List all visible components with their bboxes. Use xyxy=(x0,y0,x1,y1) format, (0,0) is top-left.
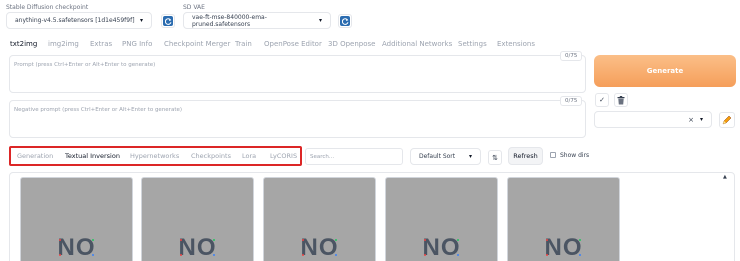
checkpoint-label: Stable Diffusion checkpoint xyxy=(6,4,89,11)
tab-png-info[interactable]: PNG Info xyxy=(122,40,152,48)
pencil-icon xyxy=(722,115,732,125)
card-placeholder-text: NO xyxy=(57,234,96,261)
tab-checkpoints[interactable]: Checkpoints xyxy=(191,152,231,160)
show-dirs-label: Show dirs xyxy=(560,152,590,159)
check-icon: ✓ xyxy=(599,96,605,104)
chevron-down-icon: ▾ xyxy=(318,17,322,24)
tab-img2img[interactable]: img2img xyxy=(48,40,79,48)
card-placeholder-text: NO xyxy=(300,234,339,261)
tab-settings[interactable]: Settings xyxy=(458,40,487,48)
tab-lycoris[interactable]: LyCORIS xyxy=(270,152,297,160)
tab-3d-openpose[interactable]: 3D Openpose xyxy=(328,40,375,48)
chevron-down-icon: ▾ xyxy=(468,153,472,160)
search-placeholder: Search... xyxy=(310,153,335,160)
tab-additional-networks[interactable]: Additional Networks xyxy=(382,40,452,48)
refresh-button[interactable]: Refresh xyxy=(508,147,543,165)
checkpoint-refresh-button[interactable] xyxy=(161,14,175,28)
chevron-down-icon: ▾ xyxy=(699,116,703,123)
styles-select[interactable]: × ▾ xyxy=(594,111,712,128)
tab-lora[interactable]: Lora xyxy=(242,152,256,160)
card-placeholder-text: NO xyxy=(422,234,461,261)
scroll-up-icon[interactable]: ▲ xyxy=(723,174,727,180)
sort-value: Default Sort xyxy=(419,153,456,160)
card-placeholder-text: NO xyxy=(544,234,583,261)
checkpoint-value: anything-v4.5.safetensors [1d1e459f9f] xyxy=(15,17,135,24)
tab-generation[interactable]: Generation xyxy=(17,152,53,160)
negative-prompt-input[interactable]: Negative prompt (press Ctrl+Enter or Alt… xyxy=(9,100,586,138)
show-dirs-checkbox[interactable] xyxy=(550,152,556,158)
network-card[interactable]: NO xyxy=(20,177,133,261)
apply-style-button[interactable]: ✓ xyxy=(595,93,609,107)
network-card[interactable]: NO xyxy=(385,177,498,261)
sort-order-icon: ⇅ xyxy=(492,153,498,162)
checkpoint-select[interactable]: anything-v4.5.safetensors [1d1e459f9f] ▾ xyxy=(6,12,152,29)
refresh-icon xyxy=(163,16,173,26)
sort-select[interactable]: Default Sort ▾ xyxy=(410,148,481,165)
vae-select[interactable]: vae-ft-mse-840000-ema-pruned.safetensors… xyxy=(183,12,331,29)
tab-hypernetworks[interactable]: Hypernetworks xyxy=(130,152,179,160)
card-placeholder-text: NO xyxy=(178,234,217,261)
tab-extras[interactable]: Extras xyxy=(90,40,112,48)
sort-order-button[interactable]: ⇅ xyxy=(488,150,502,165)
tab-openpose-editor[interactable]: OpenPose Editor xyxy=(264,40,322,48)
vae-value: vae-ft-mse-840000-ema-pruned.safetensors xyxy=(192,13,267,28)
vae-label: SD VAE xyxy=(183,4,205,11)
prompt-placeholder: Prompt (press Ctrl+Enter or Alt+Enter to… xyxy=(14,62,156,68)
search-input[interactable]: Search... xyxy=(305,148,403,165)
tab-train[interactable]: Train xyxy=(235,40,252,48)
network-card[interactable]: NO xyxy=(507,177,620,261)
edit-style-button[interactable] xyxy=(719,112,735,128)
negative-prompt-token-counter: 0/75 xyxy=(560,96,583,106)
tab-textual-inversion[interactable]: Textual Inversion xyxy=(65,152,120,160)
network-card[interactable]: NO xyxy=(141,177,254,261)
negative-prompt-placeholder: Negative prompt (press Ctrl+Enter or Alt… xyxy=(14,107,182,113)
tab-checkpoint-merger[interactable]: Checkpoint Merger xyxy=(164,40,230,48)
clear-icon[interactable]: × xyxy=(688,116,694,124)
tab-txt2img[interactable]: txt2img xyxy=(10,40,37,48)
prompt-token-counter: 0/75 xyxy=(560,51,583,61)
generate-button[interactable]: Generate xyxy=(594,55,736,87)
trash-icon xyxy=(617,95,625,104)
prompt-input[interactable]: Prompt (press Ctrl+Enter or Alt+Enter to… xyxy=(9,55,586,93)
chevron-down-icon: ▾ xyxy=(139,17,143,24)
tab-extensions[interactable]: Extensions xyxy=(497,40,535,48)
refresh-icon xyxy=(340,16,350,26)
vae-refresh-button[interactable] xyxy=(338,14,352,28)
network-card[interactable]: NO xyxy=(263,177,376,261)
trash-button[interactable] xyxy=(614,93,628,107)
